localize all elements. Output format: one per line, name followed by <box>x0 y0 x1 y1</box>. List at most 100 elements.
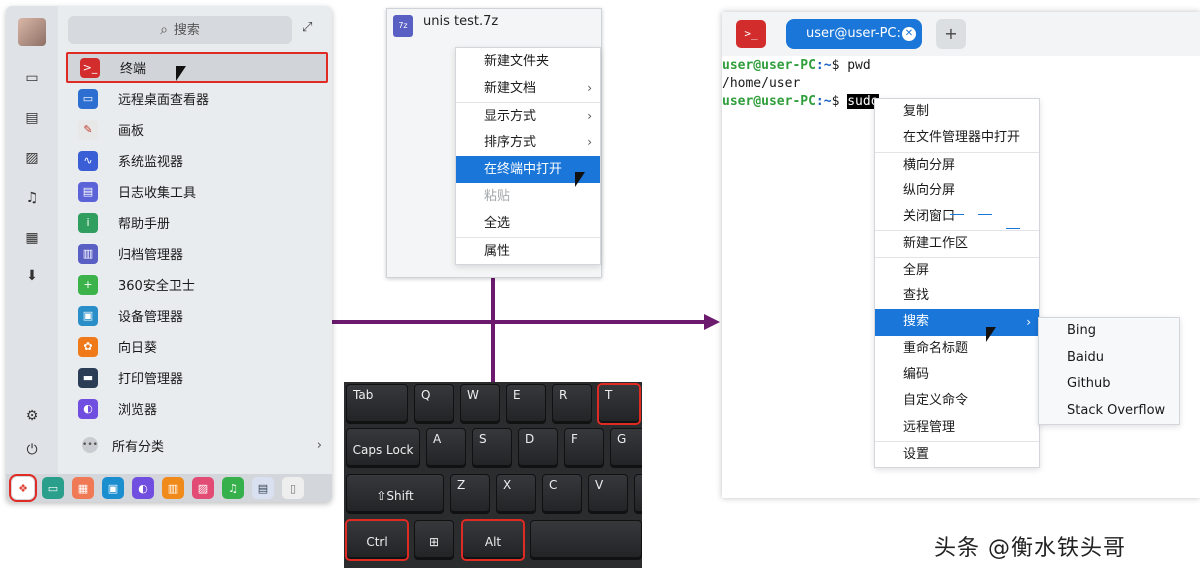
key-t: T <box>597 383 641 425</box>
app-label: 画板 <box>118 124 145 139</box>
terminal-menu-label: 复制 <box>903 104 930 119</box>
key-space <box>530 520 642 560</box>
terminal-menu-item[interactable]: 全屏 <box>875 256 1039 283</box>
app-label: 设备管理器 <box>118 310 184 325</box>
app-item[interactable]: ▬ 打印管理器 <box>66 362 328 393</box>
app-item[interactable]: ▤ 日志收集工具 <box>66 176 328 207</box>
key-g: G <box>610 428 642 468</box>
search-engine-item[interactable]: Bing <box>1039 318 1179 345</box>
terminal-menu-item[interactable]: 设置 <box>875 440 1039 467</box>
file-menu-label: 属性 <box>484 244 511 259</box>
file-menu-item[interactable]: 排序方式 › <box>456 129 600 156</box>
terminal-line: user@user-PC:~$ pwd <box>722 58 871 73</box>
file-name[interactable]: unis test.7z <box>423 14 498 29</box>
terminal-menu-item[interactable]: 搜索 › <box>875 309 1039 336</box>
download-icon[interactable]: ⬇ <box>22 266 42 286</box>
decorative-line <box>1006 228 1020 229</box>
settings-icon[interactable]: ⚙ <box>22 406 42 426</box>
terminal-menu-item[interactable]: 横向分屏 <box>875 151 1039 178</box>
app-item[interactable]: ▣ 设备管理器 <box>66 300 328 331</box>
video-icon[interactable]: ▦ <box>22 228 42 248</box>
add-tab-button[interactable]: + <box>936 19 966 49</box>
archive-file-icon[interactable]: 7z <box>393 15 413 37</box>
key-w: W <box>460 384 500 424</box>
archive-manager-icon: ▥ <box>78 243 98 264</box>
file-manager-icon[interactable]: ▣ <box>102 477 124 499</box>
log-collector-icon: ▤ <box>78 181 98 202</box>
picture-icon[interactable]: ▨ <box>22 148 42 168</box>
terminal-menu-label: 关闭窗口 <box>903 209 956 225</box>
file-menu-item[interactable]: 显示方式 › <box>456 102 600 129</box>
app-item[interactable]: ▥ 归档管理器 <box>66 238 328 269</box>
key-caps-lock: Caps Lock <box>346 428 420 468</box>
terminal-menu-item[interactable]: 编码 <box>875 362 1039 388</box>
terminal-menu-label: 在文件管理器中打开 <box>903 130 1021 146</box>
app-item[interactable]: ∿ 系统监视器 <box>66 145 328 176</box>
all-categories-item[interactable]: ••• 所有分类 › <box>82 434 332 456</box>
terminal-menu-item[interactable]: 复制 <box>875 99 1039 125</box>
key-b: B <box>634 474 642 514</box>
key-s: S <box>472 428 512 468</box>
archive-dock-icon[interactable]: ▥ <box>162 477 184 499</box>
terminal-menu-label: 搜索 <box>903 314 930 330</box>
documents-icon[interactable]: ▤ <box>252 477 274 499</box>
search-input[interactable]: ⌕ 搜索 <box>68 16 292 44</box>
file-menu-label: 粘贴 <box>484 189 511 204</box>
prompt-user: user@user-PC <box>722 94 816 109</box>
terminal-menu-label: 纵向分屏 <box>903 182 956 198</box>
mouse-cursor-icon <box>986 327 996 342</box>
file-menu-item[interactable]: 新建文件夹 <box>456 48 600 75</box>
browser-dock-icon[interactable]: ◐ <box>132 477 154 499</box>
app-item[interactable]: +360安全卫士 <box>66 269 328 300</box>
app-item[interactable]: ▭ 远程桌面查看器 <box>66 83 328 114</box>
file-menu-label: 新建文件夹 <box>484 54 550 69</box>
fullscreen-toggle-icon[interactable]: ⤢ <box>302 20 312 35</box>
file-menu-label: 排序方式 <box>484 135 537 150</box>
app-item[interactable]: >_ 终端 <box>66 52 328 83</box>
app-launcher: ▭ ▤ ▨ ♫ ▦ ⬇ ⚙ ⏻ ⌕ 搜索 ⤢ >_ 终端 ▭ 远程桌面查看器 ✎ 画板 ∿ 系统… <box>6 6 332 502</box>
search-engine-item[interactable]: Baidu <box>1039 345 1179 372</box>
terminal-menu-item[interactable]: 查找 <box>875 283 1039 309</box>
remote-desktop-icon: ▭ <box>78 88 98 109</box>
file-menu-item[interactable]: 属性 <box>456 237 600 264</box>
terminal-menu-item[interactable]: 自定义命令 <box>875 388 1039 414</box>
search-engine-item[interactable]: Github <box>1039 371 1179 398</box>
chevron-right-icon: › <box>587 109 592 123</box>
computer-icon[interactable]: ▭ <box>22 68 42 88</box>
document-icon[interactable]: ▤ <box>22 108 42 128</box>
music-player-icon[interactable]: ♫ <box>222 477 244 499</box>
terminal-menu-label: 设置 <box>903 446 930 462</box>
app-store-icon[interactable]: ▦ <box>72 477 94 499</box>
terminal-menu-item[interactable]: 关闭窗口 <box>875 204 1039 230</box>
all-categories-label: 所有分类 <box>112 439 165 455</box>
terminal-menu-item[interactable]: 纵向分屏 <box>875 178 1039 204</box>
launcher-button[interactable]: ❖ <box>9 474 37 502</box>
key-ctrl: Ctrl <box>345 519 409 561</box>
command-text: $ pwd <box>831 58 871 73</box>
search-engine-item[interactable]: Stack Overflow <box>1039 398 1179 425</box>
app-item[interactable]: ◐ 浏览器 <box>66 393 328 424</box>
prompt-path: :~ <box>815 94 832 109</box>
music-icon[interactable]: ♫ <box>22 188 42 208</box>
photos-icon[interactable]: ▨ <box>192 477 214 499</box>
terminal-app-icon[interactable]: >_ <box>736 20 766 48</box>
app-item[interactable]: ✎ 画板 <box>66 114 328 145</box>
terminal-menu-item[interactable]: 远程管理 <box>875 415 1039 441</box>
terminal-menu-item[interactable]: 新建工作区 <box>875 230 1039 256</box>
taskbar-dock: ❖ ▭ ▦ ▣ ◐ ▥ ▨ ♫ ▤ ▯ <box>6 474 332 502</box>
app-item[interactable]: ✿ 向日葵 <box>66 331 328 362</box>
tab-terminal[interactable]: user@user-PC: ~ ✕ <box>786 19 922 49</box>
terminal-menu-label: 横向分屏 <box>903 157 956 173</box>
close-icon[interactable]: ✕ <box>902 27 916 41</box>
file-menu-item[interactable]: 新建文档 › <box>456 75 600 102</box>
terminal-menu-item[interactable]: 重命名标题 <box>875 336 1039 362</box>
file-manager-window: 7z unis test.7z 新建文件夹 新建文档 › 显示方式 › 排序方式 › 在终端中… <box>386 8 602 278</box>
file-menu-item[interactable]: 全选 <box>456 210 600 237</box>
trash-icon[interactable]: ▯ <box>282 477 304 499</box>
avatar[interactable] <box>18 18 46 46</box>
terminal-menu-item[interactable]: 在文件管理器中打开 <box>875 125 1039 151</box>
desktop-icon[interactable]: ▭ <box>42 477 64 499</box>
power-icon[interactable]: ⏻ <box>22 440 42 460</box>
app-label: 远程桌面查看器 <box>118 93 210 108</box>
app-item[interactable]: i 帮助手册 <box>66 207 328 238</box>
